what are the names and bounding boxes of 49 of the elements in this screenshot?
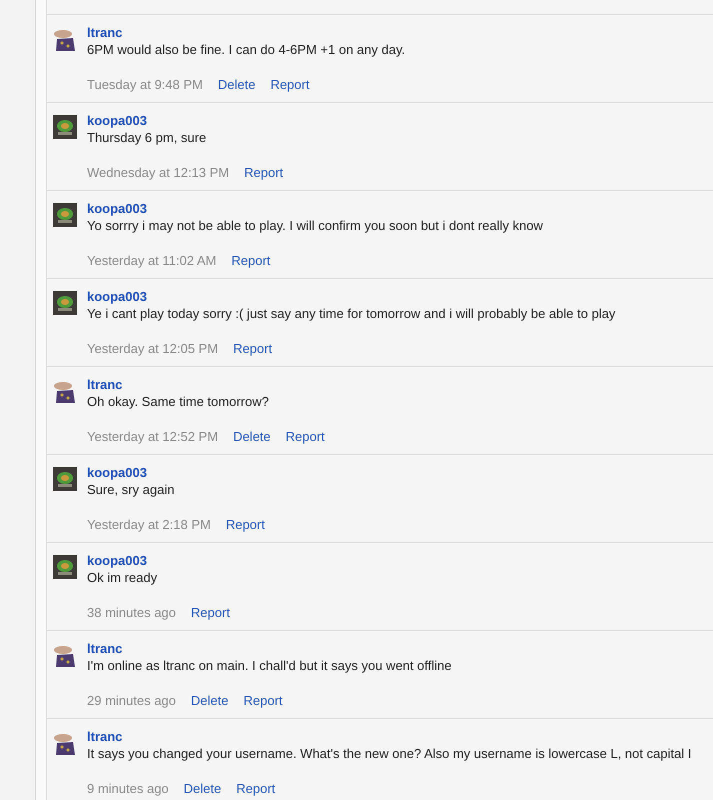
action-link[interactable]: Report: [244, 164, 284, 182]
action-link[interactable]: Report: [236, 780, 276, 798]
action-link[interactable]: Delete: [233, 428, 271, 446]
timestamp: Yesterday at 2:18 PM: [87, 516, 211, 534]
author-name[interactable]: ltranc: [87, 728, 692, 745]
action-link[interactable]: Report: [270, 76, 310, 94]
message-text: Sure, sry again: [87, 481, 176, 499]
author-name[interactable]: ltranc: [87, 376, 325, 393]
timestamp: Yesterday at 12:05 PM: [87, 340, 218, 358]
avatar-icon: [53, 27, 77, 51]
author-name[interactable]: ltranc: [87, 640, 452, 657]
action-link[interactable]: Delete: [184, 780, 222, 798]
action-link[interactable]: Delete: [190, 692, 228, 710]
avatar-icon: [53, 115, 77, 139]
avatar-icon: [53, 731, 77, 755]
avatar-icon: [53, 467, 77, 491]
timestamp: 38 minutes ago: [87, 604, 176, 622]
avatar-icon: [53, 203, 77, 227]
action-link[interactable]: Report: [231, 252, 270, 270]
message-text: It says you changed your username. What's the new one? Also my username is lowercase L, not capital I: [87, 745, 692, 763]
message-text: I'm online as ltranc on main. I chall'd but it says you went offline: [87, 657, 452, 675]
message-text: Ok im ready: [87, 569, 158, 587]
author-name[interactable]: koopa003: [87, 112, 284, 129]
author-name[interactable]: koopa003: [87, 464, 265, 481]
timestamp: Yesterday at 12:52 PM: [87, 428, 218, 446]
action-link[interactable]: Report: [190, 604, 230, 622]
avatar-icon: [53, 291, 77, 315]
author-name[interactable]: koopa003: [87, 200, 543, 217]
message-text: 6PM would also be fine. I can do 4-6PM +1 on any day.: [87, 41, 406, 59]
avatar-icon: [53, 555, 77, 579]
timestamp: 9 minutes ago: [87, 780, 169, 798]
action-link[interactable]: Report: [226, 516, 265, 534]
message-text: Yo sorrry i may not be able to play. I will confirm you soon but i dont really know: [87, 217, 543, 235]
message-text: Thursday 6 pm, sure: [87, 129, 208, 147]
message-text: Ye i cant play today sorry :( just say any time for tomorrow and i will probably be able to play: [87, 305, 616, 323]
message-text: Oh okay. Same time tomorrow?: [87, 393, 270, 411]
action-link[interactable]: Report: [243, 692, 283, 710]
author-name[interactable]: ltranc: [87, 24, 406, 41]
timestamp: Tuesday at 9:48 PM: [87, 76, 203, 94]
timestamp: Wednesday at 12:13 PM: [87, 164, 230, 182]
avatar-icon: [53, 379, 77, 403]
author-name[interactable]: koopa003: [87, 552, 230, 569]
timestamp: Yesterday at 11:02 AM: [87, 252, 216, 270]
avatar-icon: [53, 643, 77, 667]
action-link[interactable]: Delete: [218, 76, 256, 94]
action-link[interactable]: Report: [286, 428, 325, 446]
action-link[interactable]: Report: [233, 340, 272, 358]
timestamp: 29 minutes ago: [87, 692, 176, 710]
author-name[interactable]: koopa003: [87, 288, 616, 305]
